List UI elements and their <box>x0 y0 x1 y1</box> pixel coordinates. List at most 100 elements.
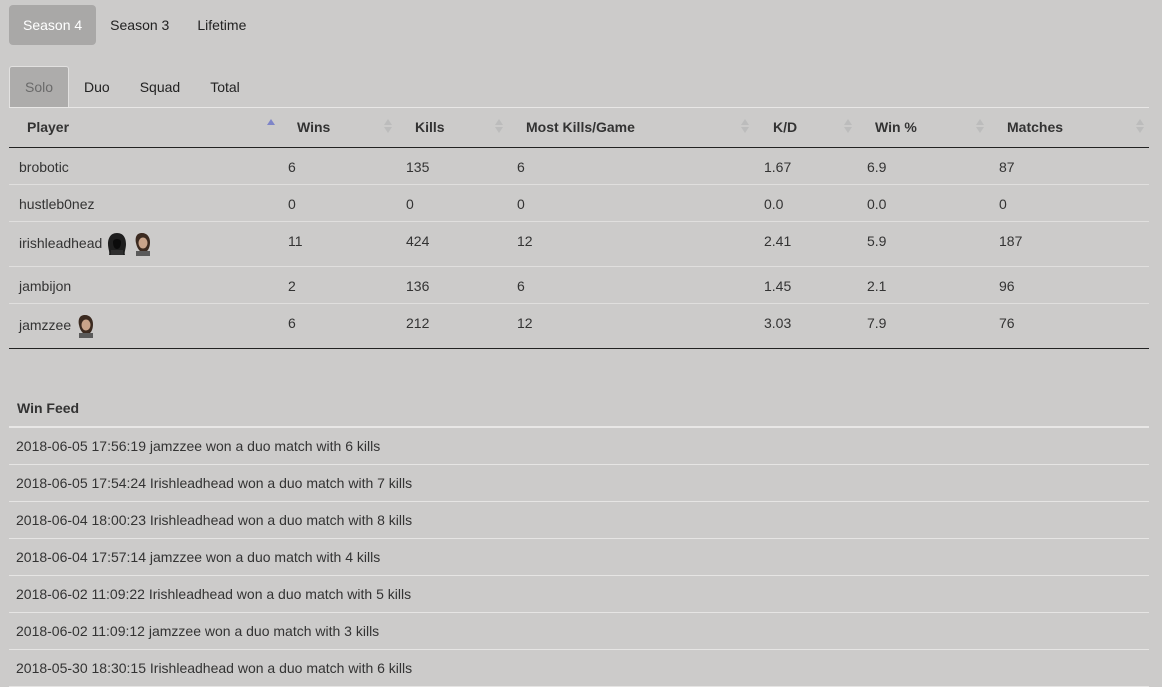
cell-kd: 3.03 <box>755 303 858 349</box>
cell-value: 12 <box>517 315 533 331</box>
feed-item: 2018-06-04 17:57:14 jamzzee won a duo ma… <box>9 539 1149 576</box>
column-header-matches[interactable]: Matches <box>990 107 1149 148</box>
cell-value: 424 <box>406 233 430 249</box>
cell-value: 6 <box>517 278 525 294</box>
sort-icon <box>384 117 392 135</box>
cell-value: 6 <box>288 315 296 331</box>
player-cell: jambijon <box>9 266 280 304</box>
feed-item: 2018-06-02 11:09:12 jamzzee won a duo ma… <box>9 613 1149 650</box>
cell-value: 136 <box>406 278 430 294</box>
cell-matches: 187 <box>990 221 1149 267</box>
cell-value: 0 <box>406 196 414 212</box>
bearded-avatar-icon <box>132 232 154 256</box>
tab-season-3[interactable]: Season 3 <box>96 5 183 45</box>
cell-kd: 1.45 <box>755 266 858 304</box>
cell-most: 12 <box>509 221 755 267</box>
cell-matches: 96 <box>990 266 1149 304</box>
cell-wins: 0 <box>280 184 398 222</box>
cell-value: 87 <box>999 159 1015 175</box>
cell-kd: 1.67 <box>755 148 858 185</box>
cell-value: 187 <box>999 233 1023 249</box>
feed-item: 2018-06-04 18:00:23 Irishleadhead won a … <box>9 502 1149 539</box>
sort-icon <box>1136 117 1144 135</box>
cell-value: 0.0 <box>867 196 887 212</box>
cell-value: 11 <box>288 233 303 249</box>
tab-squad[interactable]: Squad <box>125 67 195 107</box>
column-header-wins[interactable]: Wins <box>280 107 398 148</box>
cell-most: 12 <box>509 303 755 349</box>
player-cell: jamzzee <box>9 303 280 349</box>
season-tabs: Season 4 Season 3 Lifetime <box>9 5 260 45</box>
cell-wins: 6 <box>280 303 398 349</box>
sort-icon <box>741 117 749 135</box>
cell-value: 5.9 <box>867 233 887 249</box>
win-feed-list: 2018-06-05 17:56:19 jamzzee won a duo ma… <box>9 428 1149 687</box>
player-name[interactable]: irishleadhead <box>19 232 102 251</box>
cell-value: 1.67 <box>764 159 792 175</box>
column-label-most-kills: Most Kills/Game <box>526 119 635 135</box>
mode-tabs: Solo Duo Squad Total <box>9 66 1149 108</box>
column-header-kills[interactable]: Kills <box>398 107 509 148</box>
cell-winpct: 7.9 <box>858 303 990 349</box>
player-name[interactable]: brobotic <box>19 159 69 175</box>
cell-kills: 424 <box>398 221 509 267</box>
sort-icon <box>976 117 984 135</box>
cell-matches: 87 <box>990 148 1149 185</box>
cell-value: 0 <box>288 196 296 212</box>
cell-value: 6 <box>517 159 525 175</box>
column-label-kd: K/D <box>773 119 798 135</box>
cell-kd: 2.41 <box>755 221 858 267</box>
column-label-player: Player <box>27 119 70 135</box>
cell-value: 2 <box>288 278 296 294</box>
feed-item: 2018-05-30 18:30:15 Irishleadhead won a … <box>9 650 1149 687</box>
tab-total[interactable]: Total <box>195 67 255 107</box>
column-header-kd[interactable]: K/D <box>755 107 858 148</box>
cell-kills: 212 <box>398 303 509 349</box>
cell-wins: 2 <box>280 266 398 304</box>
column-label-kills: Kills <box>415 119 445 135</box>
feed-item: 2018-06-05 17:56:19 jamzzee won a duo ma… <box>9 428 1149 465</box>
cell-value: 12 <box>517 233 533 249</box>
table-row: jambijon 2 136 6 1.45 2.1 96 <box>9 266 1149 304</box>
table-row: irishleadhead 11 424 12 2.41 5.9 187 <box>9 221 1149 267</box>
feed-item: 2018-06-02 11:09:22 Irishleadhead won a … <box>9 576 1149 613</box>
cell-kills: 136 <box>398 266 509 304</box>
player-cell: brobotic <box>9 148 280 185</box>
player-name[interactable]: hustleb0nez <box>19 196 95 212</box>
cell-value: 212 <box>406 315 430 331</box>
cell-value: 0 <box>517 196 525 212</box>
table-row: brobotic 6 135 6 1.67 6.9 87 <box>9 148 1149 185</box>
column-header-win-pct[interactable]: Win % <box>858 107 990 148</box>
column-header-player[interactable]: Player <box>9 107 280 148</box>
table-row: jamzzee 6 212 12 3.03 7.9 76 <box>9 303 1149 349</box>
cell-winpct: 0.0 <box>858 184 990 222</box>
cell-value: 0 <box>999 196 1007 212</box>
win-feed: Win Feed 2018-06-05 17:56:19 jamzzee won… <box>9 389 1149 687</box>
tab-solo[interactable]: Solo <box>9 66 70 107</box>
column-label-wins: Wins <box>297 119 331 135</box>
cell-most: 6 <box>509 266 755 304</box>
cell-value: 6.9 <box>867 159 887 175</box>
cell-most: 6 <box>509 148 755 185</box>
cell-value: 3.03 <box>764 315 792 331</box>
cell-matches: 0 <box>990 184 1149 222</box>
cell-value: 2.1 <box>867 278 887 294</box>
player-cell: irishleadhead <box>9 221 280 267</box>
player-name[interactable]: jambijon <box>19 278 71 294</box>
bearded-avatar-icon <box>75 314 97 338</box>
column-header-most-kills[interactable]: Most Kills/Game <box>509 107 755 148</box>
cell-winpct: 2.1 <box>858 266 990 304</box>
tab-season-4[interactable]: Season 4 <box>9 5 97 45</box>
cell-kills: 135 <box>398 148 509 185</box>
sort-ascending-icon <box>267 117 275 135</box>
sort-icon <box>495 117 503 135</box>
cell-value: 1.45 <box>764 278 792 294</box>
cell-value: 7.9 <box>867 315 887 331</box>
tab-duo[interactable]: Duo <box>69 67 125 107</box>
column-label-matches: Matches <box>1007 119 1064 135</box>
cell-winpct: 6.9 <box>858 148 990 185</box>
feed-item: 2018-06-05 17:54:24 Irishleadhead won a … <box>9 465 1149 502</box>
tab-lifetime[interactable]: Lifetime <box>183 5 260 45</box>
player-name[interactable]: jamzzee <box>19 314 71 333</box>
cell-matches: 76 <box>990 303 1149 349</box>
